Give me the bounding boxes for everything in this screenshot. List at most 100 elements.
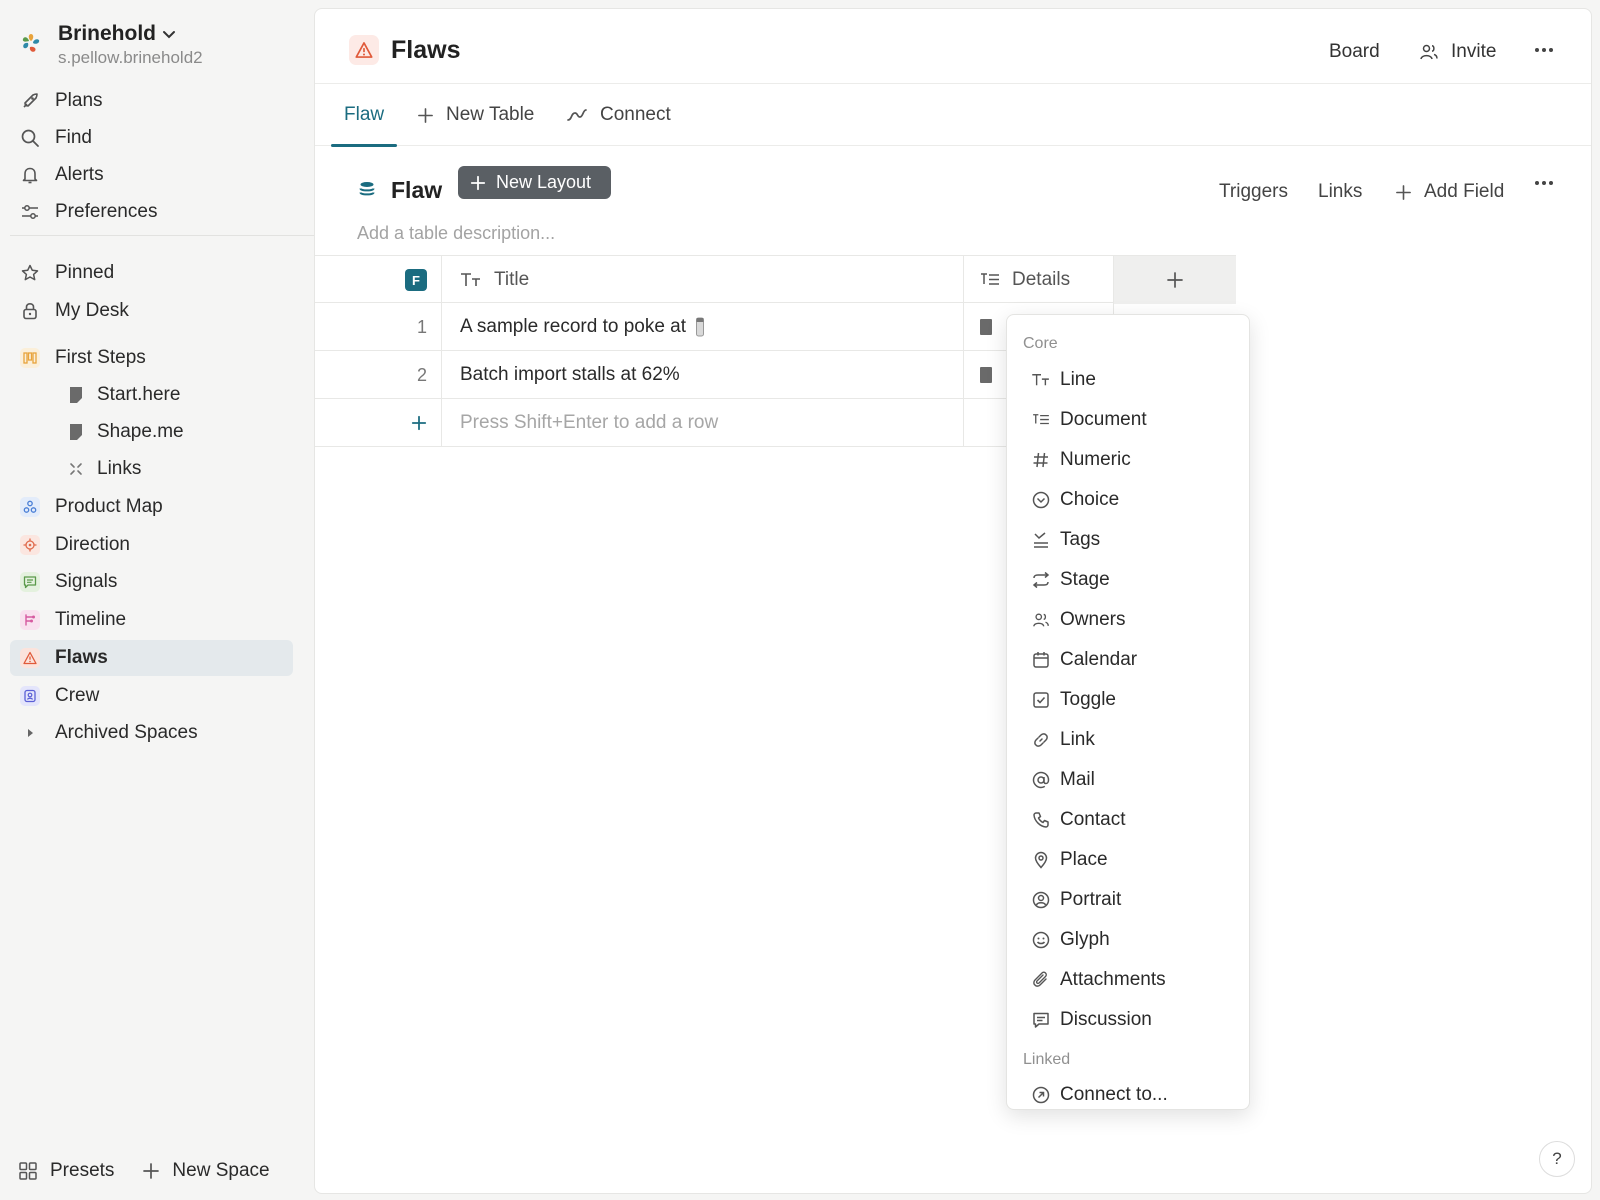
plus-icon <box>1396 184 1411 200</box>
menu-item-stage[interactable]: Stage <box>1007 561 1249 599</box>
new-space-button[interactable]: New Space <box>142 1160 270 1182</box>
menu-item-discussion[interactable]: Discussion <box>1007 1001 1249 1039</box>
link-x-icon <box>66 459 86 479</box>
connect-icon <box>567 109 587 121</box>
sidebar-item-shape-me[interactable]: Shape.me <box>10 414 293 450</box>
menu-item-place[interactable]: Place <box>1007 841 1249 879</box>
tab-connect[interactable]: Connect <box>566 84 671 146</box>
field-badge: F <box>405 269 427 291</box>
table-row[interactable]: 1 A sample record to poke at <box>315 303 1114 351</box>
target-icon <box>20 535 40 555</box>
menu-item-owners[interactable]: Owners <box>1007 601 1249 639</box>
page-title: Flaws <box>391 36 461 64</box>
star-icon <box>20 263 40 283</box>
tab-new-table[interactable]: New Table <box>417 84 534 146</box>
menu-item-contact[interactable]: Contact <box>1007 801 1249 839</box>
board-icon <box>20 348 40 368</box>
menu-item-tags[interactable]: Tags <box>1007 521 1249 559</box>
presets-label: Presets <box>50 1160 115 1181</box>
tab-label: Connect <box>600 104 671 125</box>
sidebar-item-archived-spaces[interactable]: Archived Spaces <box>10 715 293 751</box>
menu-item-calendar[interactable]: Calendar <box>1007 641 1249 679</box>
sidebar-item-label: Signals <box>55 571 118 592</box>
menu-item-portrait[interactable]: Portrait <box>1007 881 1249 919</box>
menu-item-toggle[interactable]: Toggle <box>1007 681 1249 719</box>
bell-icon <box>20 165 40 185</box>
sidebar-item-label: First Steps <box>55 347 146 368</box>
menu-item-label: Numeric <box>1060 449 1131 470</box>
new-layout-button[interactable]: New Layout <box>458 166 611 199</box>
text-icon <box>1031 370 1051 390</box>
table-more-icon[interactable] <box>1535 181 1553 185</box>
menu-item-choice[interactable]: Choice <box>1007 481 1249 519</box>
menu-item-label: Stage <box>1060 569 1110 590</box>
sidebar-item-direction[interactable]: Direction <box>10 527 293 563</box>
links-button[interactable]: Links <box>1318 181 1362 203</box>
add-row-button[interactable] <box>315 399 442 447</box>
sidebar-item-timeline[interactable]: Timeline <box>10 602 293 638</box>
menu-item-glyph[interactable]: Glyph <box>1007 921 1249 959</box>
sidebar-item-label: My Desk <box>55 300 129 321</box>
sidebar-item-label: Links <box>97 458 142 479</box>
chevron-down-icon <box>163 31 175 39</box>
grid-header-row: F Title Details <box>315 255 1236 304</box>
column-header-title[interactable]: Title <box>442 256 964 304</box>
sidebar-item-my-desk[interactable]: My Desk <box>10 293 293 329</box>
sidebar-item-first-steps[interactable]: First Steps <box>10 340 293 376</box>
sidebar-item-links[interactable]: Links <box>10 451 293 487</box>
chat-icon <box>20 572 40 592</box>
workspace-logo-icon <box>18 30 44 56</box>
row-select-header[interactable]: F <box>315 256 442 304</box>
badge-icon <box>20 686 40 706</box>
menu-item-label: Connect to... <box>1060 1084 1168 1105</box>
sidebar-item-find[interactable]: Find <box>10 120 293 156</box>
menu-item-connect-to[interactable]: Connect to... <box>1007 1076 1249 1109</box>
column-header-details[interactable]: Details <box>964 256 1114 304</box>
sidebar-item-alerts[interactable]: Alerts <box>10 157 293 193</box>
workspace-switcher[interactable]: Brinehold s.pellow.brinehold2 <box>18 20 203 68</box>
tab-flaw[interactable]: Flaw <box>331 84 398 147</box>
table-description-input[interactable]: Add a table description... <box>357 223 555 244</box>
add-row[interactable]: Press Shift+Enter to add a row <box>315 399 1114 447</box>
plus-icon <box>1167 272 1183 288</box>
triggers-button[interactable]: Triggers <box>1219 181 1288 203</box>
sidebar-item-start-here[interactable]: Start.here <box>10 377 293 413</box>
new-layout-label: New Layout <box>496 172 592 192</box>
menu-item-label: Mail <box>1060 769 1095 790</box>
cell-title[interactable]: A sample record to poke at <box>442 303 964 351</box>
links-label: Links <box>1318 181 1363 202</box>
account-name: s.pellow.brinehold2 <box>58 48 203 67</box>
menu-item-mail[interactable]: Mail <box>1007 761 1249 799</box>
sidebar-item-plans[interactable]: Plans <box>10 83 293 119</box>
add-column-button[interactable] <box>1114 256 1236 304</box>
sidebar-item-label: Pinned <box>55 262 115 283</box>
menu-item-numeric[interactable]: Numeric <box>1007 441 1249 479</box>
menu-item-label: Glyph <box>1060 929 1110 950</box>
sidebar-item-label: Alerts <box>55 164 104 185</box>
menu-item-attachments[interactable]: Attachments <box>1007 961 1249 999</box>
invite-button[interactable]: Invite <box>1419 41 1496 63</box>
sidebar-item-flaws[interactable]: Flaws <box>10 640 293 676</box>
menu-item-link[interactable]: Link <box>1007 721 1249 759</box>
sidebar-item-product-map[interactable]: Product Map <box>10 489 293 525</box>
sidebar-item-pinned[interactable]: Pinned <box>10 255 293 291</box>
board-button[interactable]: Board <box>1329 41 1380 63</box>
sidebar-item-label: Direction <box>55 534 130 555</box>
sidebar-item-label: Find <box>55 127 92 148</box>
table-row[interactable]: 2 Batch import stalls at 62% <box>315 351 1114 399</box>
menu-item-line[interactable]: Line <box>1007 361 1249 399</box>
sidebar-item-crew[interactable]: Crew <box>10 678 293 714</box>
warning-icon <box>20 648 40 668</box>
more-options-icon[interactable] <box>1535 48 1553 52</box>
cell-title[interactable]: Batch import stalls at 62% <box>442 351 964 399</box>
triggers-label: Triggers <box>1219 181 1288 202</box>
presets-button[interactable]: Presets <box>18 1160 114 1182</box>
menu-item-document[interactable]: Document <box>1007 401 1249 439</box>
add-field-button[interactable]: Add Field <box>1395 181 1504 203</box>
sidebar-item-label: Flaws <box>55 647 108 668</box>
menu-item-label: Line <box>1060 369 1096 390</box>
sidebar-item-preferences[interactable]: Preferences <box>10 194 293 230</box>
sidebar-item-signals[interactable]: Signals <box>10 564 293 600</box>
help-button[interactable]: ? <box>1539 1141 1575 1177</box>
pin-icon <box>1031 850 1051 870</box>
